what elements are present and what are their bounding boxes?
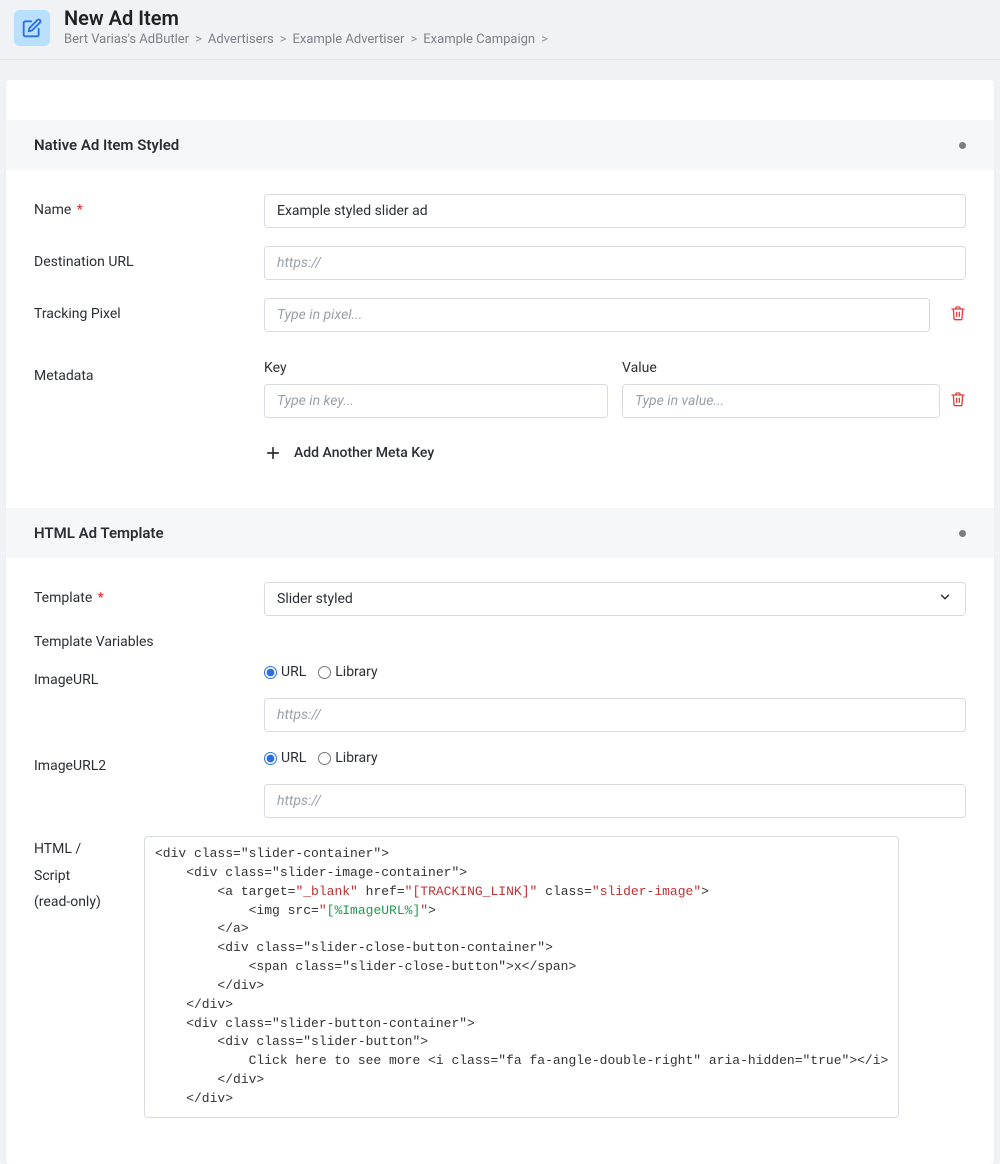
native-ad-section-header: Native Ad Item Styled xyxy=(6,120,994,170)
breadcrumb-item-advertisers[interactable]: Advertisers xyxy=(208,32,274,47)
name-label: Name * xyxy=(34,194,264,218)
add-meta-label: Add Another Meta Key xyxy=(294,445,434,461)
status-dot-icon xyxy=(959,142,966,149)
template-label: Template * xyxy=(34,582,264,606)
name-input[interactable] xyxy=(264,194,966,228)
imageurl-label: ImageURL xyxy=(34,664,264,688)
plus-icon xyxy=(264,444,282,462)
template-variables-label: Template Variables xyxy=(34,634,966,650)
imageurl-input[interactable] xyxy=(264,698,966,732)
ad-item-card: Native Ad Item Styled Name * Destination… xyxy=(6,80,994,1164)
imageurl-library-radio-label: Library xyxy=(335,664,377,680)
imageurl2-url-radio-label: URL xyxy=(281,750,306,766)
tracking-pixel-input[interactable] xyxy=(264,298,930,332)
page-title: New Ad Item xyxy=(64,6,554,30)
meta-value-header: Value xyxy=(622,360,966,376)
imageurl-url-radio-label: URL xyxy=(281,664,306,680)
imageurl2-input[interactable] xyxy=(264,784,966,818)
imageurl2-library-radio[interactable] xyxy=(318,752,331,765)
native-ad-section-title: Native Ad Item Styled xyxy=(34,136,179,154)
imageurl-url-radio[interactable] xyxy=(264,666,277,679)
metadata-label: Metadata xyxy=(34,360,264,384)
destination-url-label: Destination URL xyxy=(34,246,264,270)
edit-icon xyxy=(14,10,50,46)
breadcrumb: Bert Varias's AdButler>Advertisers>Examp… xyxy=(64,32,554,47)
tracking-pixel-label: Tracking Pixel xyxy=(34,298,264,322)
breadcrumb-item-campaign[interactable]: Example Campaign xyxy=(423,32,535,47)
breadcrumb-item-advertiser[interactable]: Example Advertiser xyxy=(293,32,405,47)
trash-icon[interactable] xyxy=(950,305,966,325)
meta-key-header: Key xyxy=(264,360,608,376)
html-script-readonly: <div class="slider-container"> <div clas… xyxy=(144,836,899,1118)
imageurl2-url-radio[interactable] xyxy=(264,752,277,765)
imageurl2-library-radio-label: Library xyxy=(335,750,377,766)
status-dot-icon xyxy=(959,530,966,537)
imageurl-library-radio[interactable] xyxy=(318,666,331,679)
add-meta-button[interactable]: Add Another Meta Key xyxy=(264,444,966,462)
meta-value-input[interactable] xyxy=(622,384,940,418)
template-select[interactable]: Slider styled xyxy=(264,582,966,616)
meta-key-input[interactable] xyxy=(264,384,608,418)
destination-url-input[interactable] xyxy=(264,246,966,280)
imageurl2-label: ImageURL2 xyxy=(34,750,264,774)
breadcrumb-item-root[interactable]: Bert Varias's AdButler xyxy=(64,32,189,47)
html-template-section-title: HTML Ad Template xyxy=(34,524,164,542)
html-script-label: HTML / Script (read-only) xyxy=(34,836,144,916)
html-template-section-header: HTML Ad Template xyxy=(6,508,994,558)
trash-icon[interactable] xyxy=(950,391,966,411)
page-header: New Ad Item Bert Varias's AdButler>Adver… xyxy=(0,0,1000,60)
